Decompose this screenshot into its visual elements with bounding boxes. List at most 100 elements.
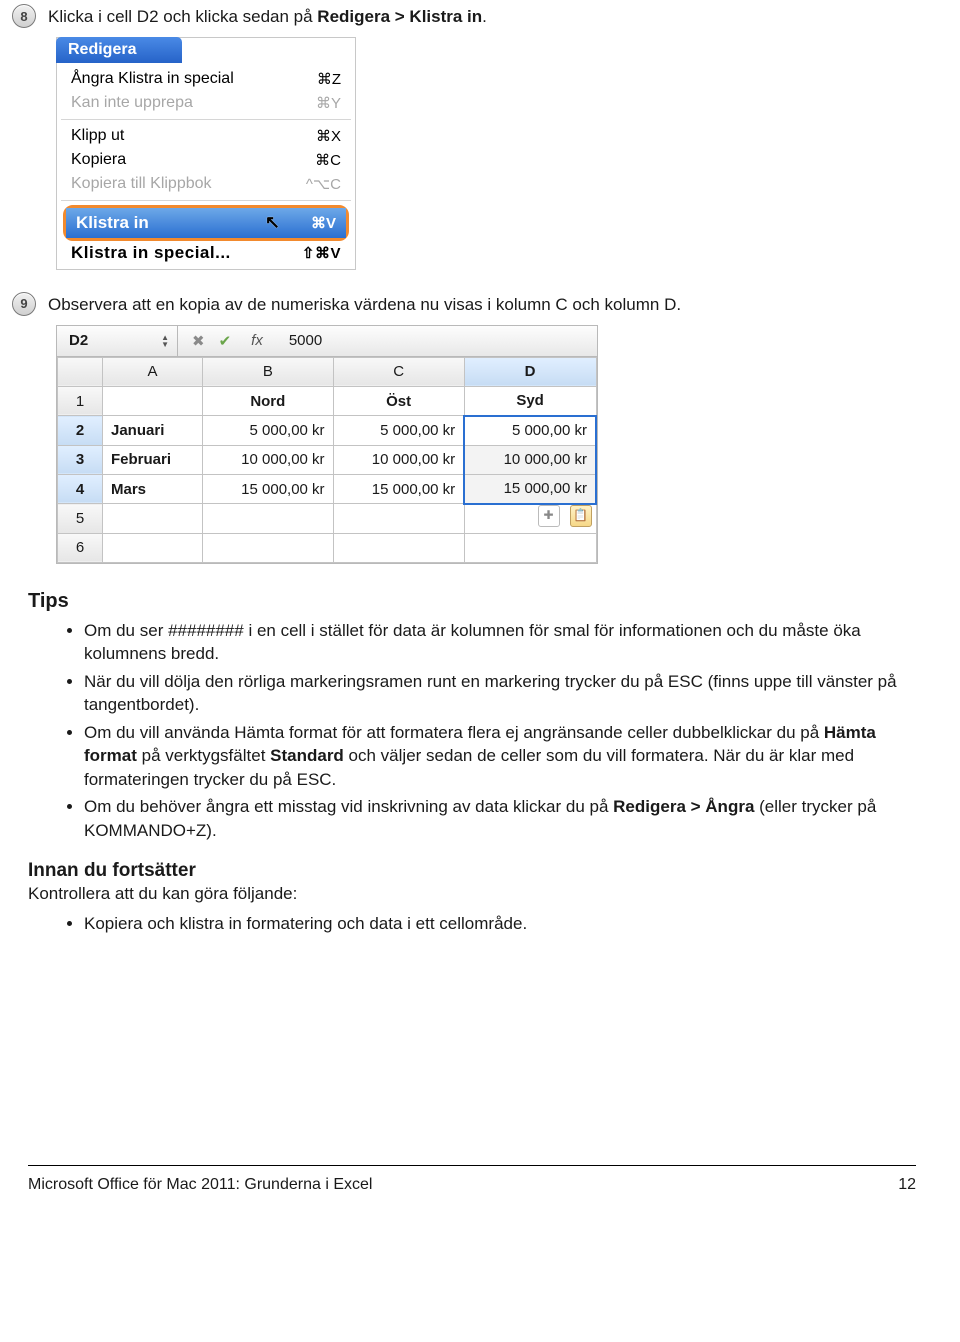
list-item: När du vill dölja den rörliga markerings… [84, 670, 932, 717]
menu-item-cut[interactable]: Klipp ut ⌘X [57, 124, 355, 148]
cell-active[interactable]: 5 000,00 kr [464, 416, 596, 446]
before-continue-sub: Kontrollera att du kan göra följande: [28, 884, 932, 904]
cell[interactable]: ✚ 📋 [464, 504, 596, 534]
list-item: Om du vill använda Hämta format för att … [84, 721, 932, 791]
menu-item-shortcut: ⌘V [311, 214, 336, 232]
cell[interactable] [464, 533, 596, 562]
cell[interactable]: Nord [203, 386, 333, 416]
cell-selected[interactable]: 10 000,00 kr [464, 445, 596, 474]
cell[interactable]: Öst [333, 386, 464, 416]
cell[interactable]: 15 000,00 kr [203, 474, 333, 504]
col-header-a[interactable]: A [103, 357, 203, 386]
footer-title: Microsoft Office för Mac 2011: Grunderna… [28, 1176, 372, 1194]
row-header[interactable]: 1 [58, 386, 103, 416]
step-8-pre: Klicka i cell D2 och klicka sedan på [48, 7, 317, 26]
list-item: Om du ser ######## i en cell i stället f… [84, 619, 932, 666]
menu-item-label: Klistra in special... [71, 243, 231, 263]
row-header[interactable]: 3 [58, 445, 103, 474]
cell[interactable] [203, 533, 333, 562]
paste-options-icon[interactable]: ✚ [538, 505, 560, 527]
cell[interactable]: 5 000,00 kr [203, 416, 333, 446]
menu-separator [61, 200, 351, 201]
menu-title: Redigera [56, 37, 182, 63]
cell[interactable] [333, 504, 464, 534]
name-box-value: D2 [69, 332, 88, 349]
menu-item-label: Kan inte upprepa [71, 94, 193, 112]
cell-grid[interactable]: A B C D 1 Nord Öst Syd 2 Januari 5 000,0… [57, 357, 597, 563]
cell-selected[interactable]: 15 000,00 kr [464, 474, 596, 504]
cell[interactable] [203, 504, 333, 534]
cell[interactable]: Mars [103, 474, 203, 504]
menu-item-paste-highlight: Klistra in ↖ ⌘V [63, 205, 349, 241]
corner-cell[interactable] [58, 357, 103, 386]
name-box-stepper[interactable]: ▲▼ [161, 334, 169, 348]
menu-item-shortcut: ⌘C [315, 151, 341, 169]
column-headers: A B C D [58, 357, 597, 386]
col-header-b[interactable]: B [203, 357, 333, 386]
step-9-text: Observera att en kopia av de numeriska v… [48, 292, 681, 317]
text-bold: Redigera > Ångra [613, 797, 754, 816]
cell[interactable]: 15 000,00 kr [333, 474, 464, 504]
col-header-d[interactable]: D [464, 357, 596, 386]
step-8-text: Klicka i cell D2 och klicka sedan på Red… [48, 4, 487, 29]
table-row: 1 Nord Öst Syd [58, 386, 597, 416]
confirm-icon[interactable]: ✔ [219, 332, 232, 350]
text-bold: Standard [270, 746, 344, 765]
menu-item-shortcut: ⌘Y [316, 94, 341, 112]
menu-item-shortcut: ⌘Z [317, 70, 341, 88]
step-number-8: 8 [12, 4, 36, 28]
col-header-c[interactable]: C [333, 357, 464, 386]
cell[interactable]: 10 000,00 kr [203, 445, 333, 474]
menu-item-shortcut: ^⌥C [306, 175, 341, 193]
cell[interactable] [103, 533, 203, 562]
formula-bar-icons: ✖ ✔ fx [178, 332, 277, 350]
fx-icon[interactable]: fx [251, 332, 263, 349]
cell[interactable] [333, 533, 464, 562]
row-header[interactable]: 5 [58, 504, 103, 534]
cell[interactable]: 5 000,00 kr [333, 416, 464, 446]
row-header[interactable]: 4 [58, 474, 103, 504]
menu-item-undo[interactable]: Ångra Klistra in special ⌘Z [57, 67, 355, 91]
cell[interactable]: Syd [464, 386, 596, 416]
menu-item-label: Ångra Klistra in special [71, 70, 234, 88]
cell[interactable] [103, 386, 203, 416]
menu-item-paste[interactable]: Klistra in ↖ ⌘V [66, 208, 346, 238]
formula-value[interactable]: 5000 [289, 332, 322, 349]
before-continue-heading: Innan du fortsätter [28, 860, 932, 882]
step-8-bold: Redigera > Klistra in [317, 7, 482, 26]
cell[interactable]: Januari [103, 416, 203, 446]
table-row: 2 Januari 5 000,00 kr 5 000,00 kr 5 000,… [58, 416, 597, 446]
menu-item-copy[interactable]: Kopiera ⌘C [57, 148, 355, 172]
menu-item-label: Klipp ut [71, 127, 124, 145]
clipboard-icon[interactable]: 📋 [570, 505, 592, 527]
menu-item-shortcut: ⌘X [316, 127, 341, 145]
list-item: Kopiera och klistra in formatering och d… [84, 912, 932, 935]
cell[interactable]: 10 000,00 kr [333, 445, 464, 474]
menu-item-label: Kopiera [71, 151, 126, 169]
step-8: 8 Klicka i cell D2 och klicka sedan på R… [12, 4, 932, 29]
table-row: 3 Februari 10 000,00 kr 10 000,00 kr 10 … [58, 445, 597, 474]
menu-item-shortcut: ⇧⌘V [302, 244, 341, 262]
menu-item-paste-special[interactable]: Klistra in special... ⇧⌘V [57, 241, 355, 269]
table-row: 5 ✚ 📋 [58, 504, 597, 534]
text: Om du behöver ångra ett misstag vid insk… [84, 797, 613, 816]
step-9: 9 Observera att en kopia av de numeriska… [12, 292, 932, 317]
table-row: 4 Mars 15 000,00 kr 15 000,00 kr 15 000,… [58, 474, 597, 504]
cancel-icon[interactable]: ✖ [192, 332, 205, 350]
menu-item-label: Klistra in [76, 213, 149, 233]
spreadsheet: D2 ▲▼ ✖ ✔ fx 5000 A B C D 1 Nord Ös [56, 325, 598, 564]
menu-item-copy-scrapbook: Kopiera till Klippbok ^⌥C [57, 172, 355, 196]
cell[interactable] [103, 504, 203, 534]
page-footer: Microsoft Office för Mac 2011: Grunderna… [28, 1165, 916, 1214]
table-row: 6 [58, 533, 597, 562]
text: på verktygsfältet [137, 746, 270, 765]
cell[interactable]: Februari [103, 445, 203, 474]
menu-separator [61, 119, 351, 120]
row-header[interactable]: 6 [58, 533, 103, 562]
tips-list: Om du ser ######## i en cell i stället f… [84, 619, 932, 842]
before-continue-list: Kopiera och klistra in formatering och d… [84, 912, 932, 935]
name-box[interactable]: D2 ▲▼ [57, 326, 178, 356]
row-header[interactable]: 2 [58, 416, 103, 446]
menu-item-label: Kopiera till Klippbok [71, 175, 212, 193]
footer-page: 12 [898, 1176, 916, 1194]
